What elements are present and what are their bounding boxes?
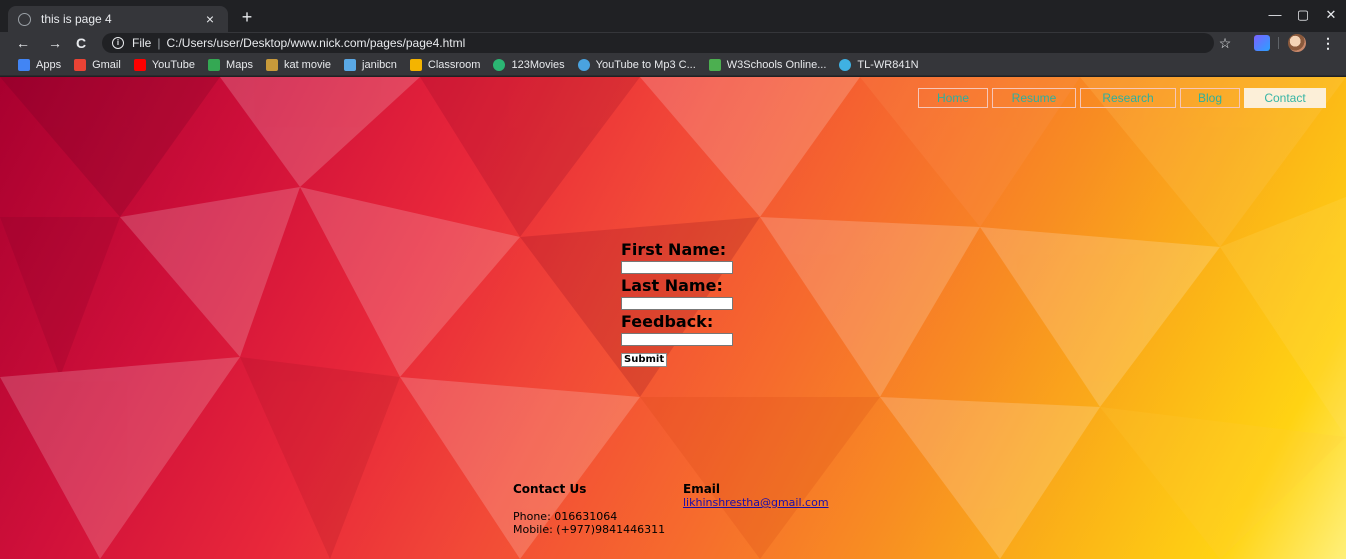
bookmark-label: TL-WR841N bbox=[857, 58, 919, 71]
page-viewport: Home Resume Research Blog Contact First Name… bbox=[0, 77, 1346, 559]
first-name-label: First Name: bbox=[621, 240, 727, 259]
address-bar[interactable]: i File | C:/Users/user/Desktop/www.nick.… bbox=[102, 33, 1214, 53]
bookmark-item[interactable]: Gmail bbox=[74, 58, 121, 71]
bookmark-label: YouTube to Mp3 C... bbox=[595, 58, 696, 71]
apps-grid-icon bbox=[18, 58, 30, 71]
email-block: Email likhinshrestha@gmail.com bbox=[683, 482, 829, 509]
bookmark-label: janibcn bbox=[362, 58, 397, 71]
cloud-icon bbox=[577, 58, 590, 71]
feedback-input[interactable] bbox=[621, 333, 733, 346]
browser-toolbar: ← → C i File | C:/Users/user/Desktop/www… bbox=[0, 32, 1346, 54]
tplink-icon bbox=[839, 58, 852, 71]
janibcn-icon bbox=[344, 58, 357, 71]
nav-research[interactable]: Research bbox=[1080, 88, 1176, 108]
bookmarks-bar: Apps Gmail YouTube Maps kat movie janibcn Clas… bbox=[0, 54, 1346, 76]
new-tab-button[interactable]: + bbox=[236, 6, 258, 28]
info-icon[interactable]: i bbox=[112, 37, 124, 49]
minimize-button[interactable]: — bbox=[1260, 4, 1290, 26]
address-separator: | bbox=[157, 36, 161, 50]
contact-heading: Contact Us bbox=[513, 482, 587, 496]
last-name-input[interactable] bbox=[621, 297, 733, 310]
bookmark-item[interactable]: kat movie bbox=[265, 58, 332, 71]
feedback-form: First Name: Last Name: Feedback: Submit bbox=[621, 240, 733, 367]
extension-icon[interactable] bbox=[1254, 35, 1270, 51]
phone-text: Phone: 016631064 bbox=[513, 510, 618, 523]
bookmark-item[interactable]: 123Movies bbox=[493, 58, 565, 71]
globe-icon bbox=[18, 12, 31, 26]
tab-close-icon[interactable]: × bbox=[202, 11, 218, 27]
bookmark-label: 123Movies bbox=[511, 58, 565, 71]
bookmark-item[interactable]: YouTube to Mp3 C... bbox=[577, 58, 696, 71]
bookmark-label: Maps bbox=[226, 58, 253, 71]
bookmark-label: Classroom bbox=[427, 58, 481, 71]
url-text[interactable]: C:/Users/user/Desktop/www.nick.com/pages… bbox=[166, 36, 465, 50]
bookmark-item[interactable]: Maps bbox=[208, 58, 253, 71]
email-link[interactable]: likhinshrestha@gmail.com bbox=[683, 496, 829, 509]
feedback-label: Feedback: bbox=[621, 312, 714, 331]
submit-button[interactable]: Submit bbox=[621, 353, 668, 367]
toolbar-divider bbox=[1278, 37, 1279, 49]
maps-icon bbox=[208, 58, 221, 71]
contact-block: Contact Us Phone: 016631064 Mobile: (+97… bbox=[513, 482, 665, 536]
tab-strip: this is page 4 × + — ▢ ✕ bbox=[0, 0, 1346, 32]
back-button[interactable]: ← bbox=[12, 32, 34, 54]
bookmark-label: Apps bbox=[36, 58, 62, 71]
scheme-label: File bbox=[132, 36, 152, 50]
maximize-button[interactable]: ▢ bbox=[1288, 4, 1318, 26]
bookmark-item[interactable]: W3Schools Online... bbox=[708, 58, 827, 71]
bookmark-label: W3Schools Online... bbox=[726, 58, 827, 71]
browser-tab[interactable]: this is page 4 × bbox=[8, 6, 228, 32]
w3schools-icon bbox=[708, 58, 721, 71]
bookmark-item[interactable]: janibcn bbox=[344, 58, 397, 71]
mobile-text: Mobile: (+977)9841446311 bbox=[513, 523, 666, 536]
last-name-label: Last Name: bbox=[621, 276, 723, 295]
first-name-input[interactable] bbox=[621, 261, 733, 274]
classroom-icon bbox=[409, 58, 422, 71]
bookmark-label: kat movie bbox=[283, 58, 332, 71]
nav-home[interactable]: Home bbox=[918, 88, 988, 108]
bookmark-item[interactable]: TL-WR841N bbox=[839, 58, 919, 71]
email-heading: Email bbox=[683, 482, 721, 496]
bookmark-item[interactable]: Apps bbox=[18, 58, 62, 71]
nav-resume[interactable]: Resume bbox=[992, 88, 1076, 108]
reload-button[interactable]: C bbox=[70, 32, 92, 54]
forward-button[interactable]: → bbox=[44, 32, 66, 54]
123movies-icon bbox=[493, 58, 506, 71]
tab-title: this is page 4 bbox=[41, 12, 112, 26]
close-window-button[interactable]: ✕ bbox=[1316, 4, 1346, 26]
top-navigation: Home Resume Research Blog Contact bbox=[918, 88, 1330, 108]
youtube-icon bbox=[133, 58, 146, 71]
browser-menu-icon[interactable]: ⋮ bbox=[1320, 32, 1336, 54]
bookmark-item[interactable]: Classroom bbox=[409, 58, 481, 71]
gmail-icon bbox=[74, 58, 87, 71]
bookmark-item[interactable]: YouTube bbox=[133, 58, 196, 71]
kat-movie-icon bbox=[265, 58, 278, 71]
bookmark-star-icon[interactable]: ☆ bbox=[1214, 32, 1236, 54]
bookmark-label: Gmail bbox=[92, 58, 121, 71]
nav-blog[interactable]: Blog bbox=[1180, 88, 1240, 108]
bookmark-label: YouTube bbox=[151, 58, 196, 71]
profile-avatar[interactable] bbox=[1288, 34, 1306, 52]
nav-contact[interactable]: Contact bbox=[1244, 88, 1326, 108]
